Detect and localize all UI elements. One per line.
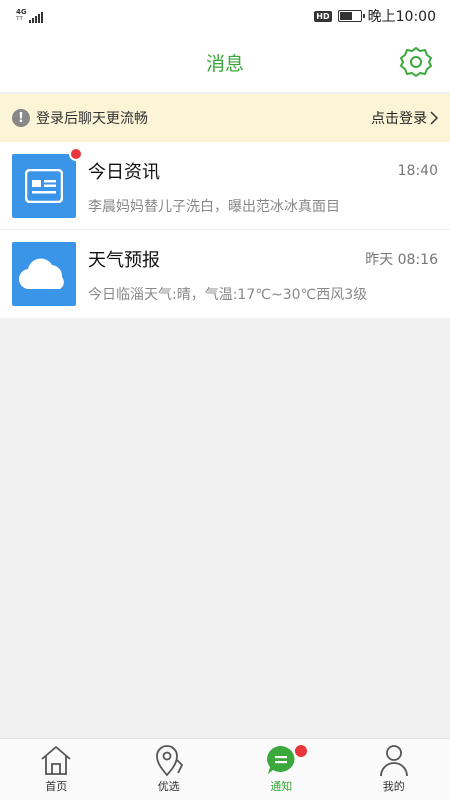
app-header: 消息: [0, 32, 450, 92]
message-time: 18:40: [397, 162, 438, 179]
message-item-weather[interactable]: 天气预报 昨天 08:16 今日临淄天气:晴，气温:17℃~30℃西风3级: [0, 230, 450, 318]
message-title: 天气预报: [88, 250, 160, 271]
tab-label: 我的: [382, 780, 405, 793]
chat-bubble-icon: [267, 746, 295, 774]
tab-picks[interactable]: 优选: [113, 739, 226, 800]
bottom-tab-bar: 首页 优选 通知 我的: [0, 738, 450, 800]
message-item-news[interactable]: 今日资讯 18:40 李晨妈妈替儿子洗白，曝出范冰冰真面目: [0, 142, 450, 230]
network-sub: TT: [16, 16, 23, 22]
message-list: 今日资讯 18:40 李晨妈妈替儿子洗白，曝出范冰冰真面目 天气预报 昨天 08…: [0, 142, 450, 318]
exclamation-icon: !: [12, 109, 30, 127]
message-preview: 今日临淄天气:晴，气温:17℃~30℃西风3级: [88, 287, 368, 303]
login-link[interactable]: 点击登录: [371, 108, 438, 128]
login-link-label: 点击登录: [371, 111, 427, 127]
home-icon: [41, 746, 71, 775]
gear-icon: [400, 47, 432, 77]
signal-bars-icon: [28, 11, 43, 23]
status-bar: 4G TT HD 晚上10:00: [0, 0, 450, 32]
hd-badge: HD: [314, 10, 332, 22]
location-pin-icon: [155, 745, 183, 777]
clock: 晚上10:00: [367, 9, 436, 25]
tab-label: 首页: [45, 780, 68, 793]
message-title: 今日资讯: [88, 161, 160, 183]
login-banner-text: 登录后聊天更流畅: [36, 111, 148, 127]
tab-home[interactable]: 首页: [0, 739, 113, 800]
battery-icon: [337, 10, 365, 22]
tab-label: 通知: [270, 780, 293, 793]
page-title: 消息: [205, 52, 244, 75]
settings-button[interactable]: [398, 44, 434, 80]
message-time: 昨天 08:16: [365, 252, 438, 268]
tab-label: 优选: [157, 780, 180, 793]
login-banner: ! 登录后聊天更流畅 点击登录: [0, 94, 450, 142]
notification-badge: [295, 745, 307, 757]
unread-badge: [69, 146, 83, 161]
chevron-right-icon: [430, 111, 438, 125]
message-preview: 李晨妈妈替儿子洗白，曝出范冰冰真面目: [88, 198, 340, 215]
battery-fill: [339, 12, 352, 20]
tab-profile[interactable]: 我的: [338, 739, 450, 800]
network-type: 4G: [16, 8, 27, 16]
signal-indicator: 4G TT: [16, 9, 43, 23]
user-icon: [379, 745, 408, 777]
cloud-icon: [12, 242, 76, 306]
news-icon: [12, 146, 83, 218]
tab-notifications[interactable]: 通知: [225, 739, 338, 800]
